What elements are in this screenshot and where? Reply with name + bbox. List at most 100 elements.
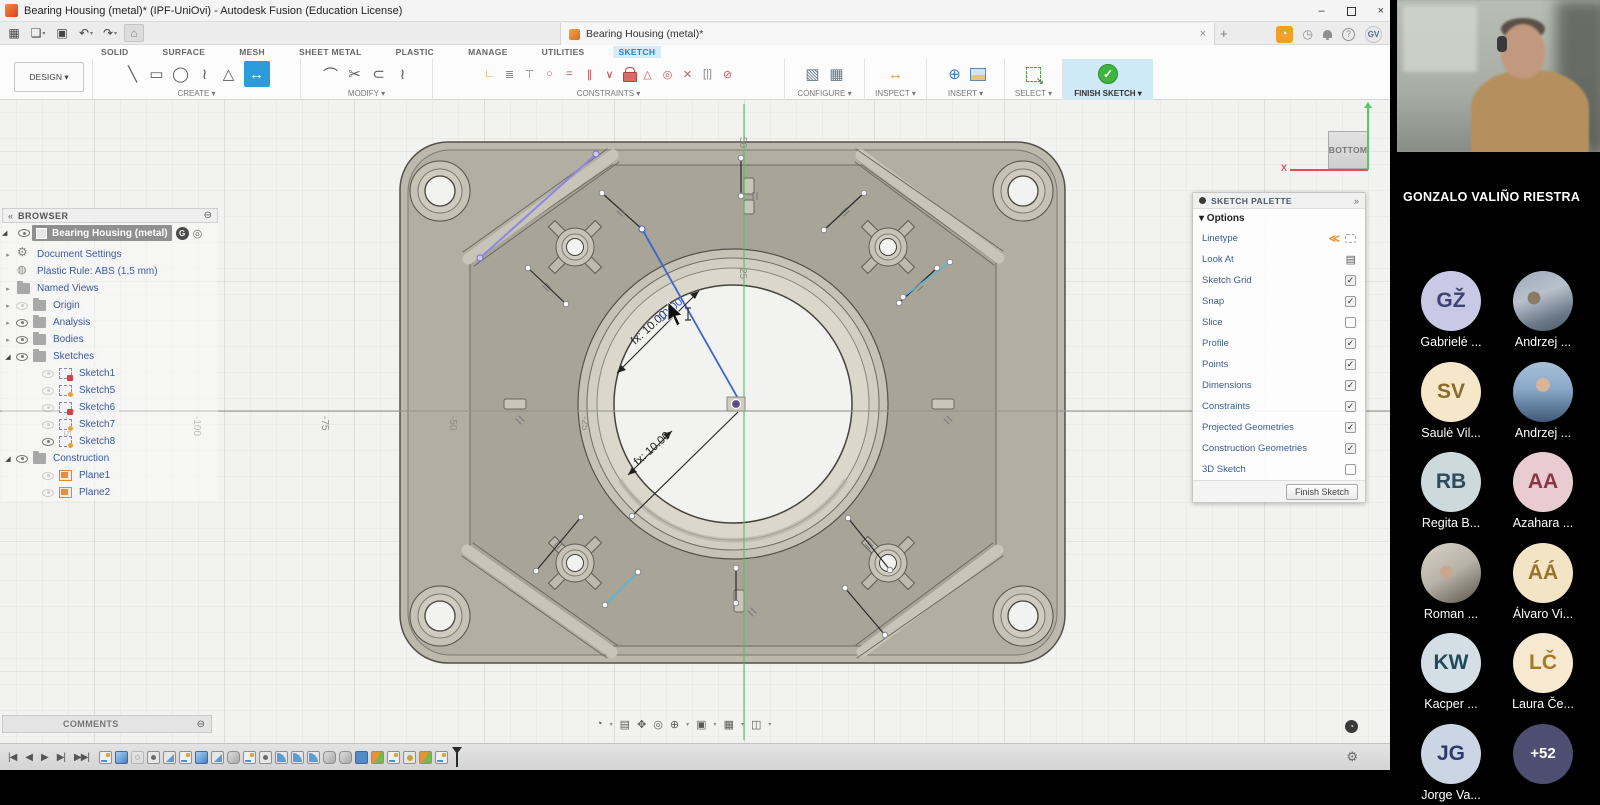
timeline-round-feature-icon[interactable] xyxy=(339,751,352,764)
fit-icon[interactable]: ⊕ xyxy=(670,718,679,731)
participant-tile[interactable]: AAAzahara ... xyxy=(1493,452,1593,530)
timeline-cube-feature-icon[interactable] xyxy=(195,751,208,764)
checkbox-checked[interactable]: ✓ xyxy=(1345,380,1356,391)
participant-tile[interactable]: JGJorge Va... xyxy=(1401,724,1501,802)
canvas-image-icon[interactable] xyxy=(970,68,986,81)
model-canvas[interactable]: fx: 10.00 10.00 fx: 10.00 xyxy=(0,100,1390,743)
expand-arrow-icon[interactable]: ▸ xyxy=(2,336,14,344)
browser-minimize-icon[interactable]: ⊖ xyxy=(204,210,212,221)
insert-group-label[interactable]: INSERT ▾ xyxy=(931,89,1000,100)
polygon-constraint-icon[interactable]: △ xyxy=(641,63,655,85)
redo-icon[interactable]: ↷▾ xyxy=(100,24,120,42)
select-icon[interactable] xyxy=(1026,67,1041,82)
comments-minimize-icon[interactable]: ⊖ xyxy=(197,719,211,730)
trim-icon[interactable]: ✂ xyxy=(346,63,364,85)
parallel-icon[interactable]: ∥ xyxy=(583,63,597,85)
checkbox-checked[interactable]: ✓ xyxy=(1345,401,1356,412)
ribbon-tab-plastic[interactable]: PLASTIC xyxy=(390,46,440,58)
linetype-dashed-icon[interactable] xyxy=(1345,234,1356,243)
browser-item-sketch1[interactable]: Sketch1 xyxy=(2,365,218,382)
timeline-fillet-feature-icon[interactable] xyxy=(291,751,304,764)
participant-tile[interactable]: ÁÁÁlvaro Vi... xyxy=(1493,543,1593,621)
browser-item-named-views[interactable]: ▸Named Views xyxy=(2,280,218,297)
line-icon[interactable]: ╲ xyxy=(124,63,142,85)
offset-icon[interactable]: ⊂ xyxy=(370,63,388,85)
ribbon-tab-surface[interactable]: SURFACE xyxy=(156,46,211,58)
visibility-eye-icon[interactable] xyxy=(42,370,54,378)
concentric-icon[interactable]: ◎ xyxy=(661,63,675,85)
document-tab[interactable]: Bearing Housing (metal)* × xyxy=(560,23,1215,45)
checkbox-checked[interactable]: ✓ xyxy=(1345,422,1356,433)
visibility-eye-icon[interactable] xyxy=(42,404,54,412)
insert-fastener-icon[interactable]: ⊕ xyxy=(946,63,964,85)
help-icon[interactable]: ? xyxy=(1342,28,1355,41)
checkbox-unchecked[interactable] xyxy=(1345,464,1356,475)
visibility-eye-icon[interactable] xyxy=(42,421,54,429)
browser-collapse-icon[interactable]: « xyxy=(8,211,13,221)
ribbon-tab-sheet-metal[interactable]: SHEET METAL xyxy=(293,46,368,58)
modify-group-label[interactable]: MODIFY ▾ xyxy=(305,89,428,100)
timeline-key-feature-icon[interactable] xyxy=(403,751,416,764)
timeline-fillet-feature-icon[interactable] xyxy=(307,751,320,764)
visibility-eye-icon[interactable] xyxy=(18,229,30,237)
clock-icon[interactable]: ◷ xyxy=(1303,27,1313,41)
expand-arrow-icon[interactable]: ◢ xyxy=(2,353,14,361)
participant-tile[interactable]: GŽGabrielė ... xyxy=(1401,271,1501,349)
dimension-angle-icon[interactable]: ∟ xyxy=(483,63,497,85)
participant-tile[interactable]: LČLaura Če... xyxy=(1493,633,1593,711)
browser-item-document-settings[interactable]: ▸Document Settings xyxy=(2,246,218,263)
playback-button[interactable]: ▶ xyxy=(41,752,48,763)
timeline-hole-feature-icon[interactable] xyxy=(259,751,272,764)
playback-button[interactable]: ▶▶| xyxy=(74,752,89,763)
timeline-app-feature-icon[interactable] xyxy=(371,751,384,764)
rectangle-icon[interactable]: ▭ xyxy=(148,63,166,85)
ribbon-tab-solid[interactable]: SOLID xyxy=(95,46,134,58)
fillet-icon[interactable]: ⌒ xyxy=(322,63,340,85)
browser-item-plane1[interactable]: Plane1 xyxy=(2,467,218,484)
participant-tile[interactable]: SVSaulė Vil... xyxy=(1401,362,1501,440)
new-tab-button[interactable]: + xyxy=(1220,26,1228,41)
finish-sketch-label[interactable]: FINISH SKETCH ▾ xyxy=(1067,89,1149,100)
look-at-icon[interactable]: ▤ xyxy=(620,718,630,731)
perpendicular-icon[interactable]: ∨ xyxy=(603,63,617,85)
checkbox-checked[interactable]: ✓ xyxy=(1345,338,1356,349)
ribbon-tab-utilities[interactable]: UTILITIES xyxy=(536,46,591,58)
timeline-sketch-feature-icon[interactable] xyxy=(243,751,256,764)
expand-arrow-icon[interactable]: ◢ xyxy=(2,455,14,463)
browser-item-sketch6[interactable]: Sketch6 xyxy=(2,399,218,416)
orbit-icon[interactable]: ◔ xyxy=(596,718,603,730)
browser-item-plastic-rule-abs-1-5-mm-[interactable]: Plastic Rule: ABS (1,5 mm) xyxy=(2,263,218,280)
timeline-fillet-feature-icon[interactable] xyxy=(275,751,288,764)
sketch-dimension-icon[interactable]: ↔ xyxy=(244,61,270,87)
tab-close-icon[interactable]: × xyxy=(1200,28,1206,40)
timeline-fillb-feature-icon[interactable] xyxy=(355,751,368,764)
symmetry-icon[interactable]: [|] xyxy=(701,63,715,85)
palette-options-section[interactable]: ▾ Options xyxy=(1193,209,1365,228)
browser-item-construction[interactable]: ◢Construction xyxy=(2,450,218,467)
file-menu-icon[interactable]: ❏▾ xyxy=(28,24,48,42)
timeline-settings-gear-icon[interactable]: ⚙ xyxy=(1346,749,1358,765)
timeline-sketch-feature-icon[interactable] xyxy=(435,751,448,764)
measure-icon[interactable]: ↔ xyxy=(887,63,905,85)
expand-arrow-icon[interactable]: ▸ xyxy=(2,302,14,310)
viewports-icon[interactable]: ◫ xyxy=(751,718,761,731)
visibility-eye-icon[interactable] xyxy=(16,336,28,344)
visibility-eye-icon[interactable] xyxy=(16,353,28,361)
undo-icon[interactable]: ↶▾ xyxy=(76,24,96,42)
browser-item-plane2[interactable]: Plane2 xyxy=(2,484,218,501)
checkbox-unchecked[interactable] xyxy=(1345,317,1356,328)
browser-item-origin[interactable]: ▸Origin xyxy=(2,297,218,314)
playback-button[interactable]: ▶| xyxy=(57,752,65,763)
checkbox-checked[interactable]: ✓ xyxy=(1345,275,1356,286)
configure-group-label[interactable]: CONFIGURE ▾ xyxy=(789,89,860,100)
app-grid-icon[interactable]: ▦ xyxy=(4,24,24,42)
save-icon[interactable]: ▣ xyxy=(52,24,72,42)
job-status-icon[interactable]: ◔ xyxy=(1276,26,1293,43)
timeline-app-feature-icon[interactable] xyxy=(419,751,432,764)
timeline-chamfer-feature-icon[interactable] xyxy=(211,751,224,764)
finish-sketch-check-icon[interactable]: ✓ xyxy=(1098,64,1118,84)
playback-button[interactable]: |◀ xyxy=(8,752,16,763)
browser-item-sketch5[interactable]: Sketch5 xyxy=(2,382,218,399)
timeline-sketch-feature-icon[interactable] xyxy=(99,751,112,764)
circle-icon[interactable]: ◯ xyxy=(172,63,190,85)
